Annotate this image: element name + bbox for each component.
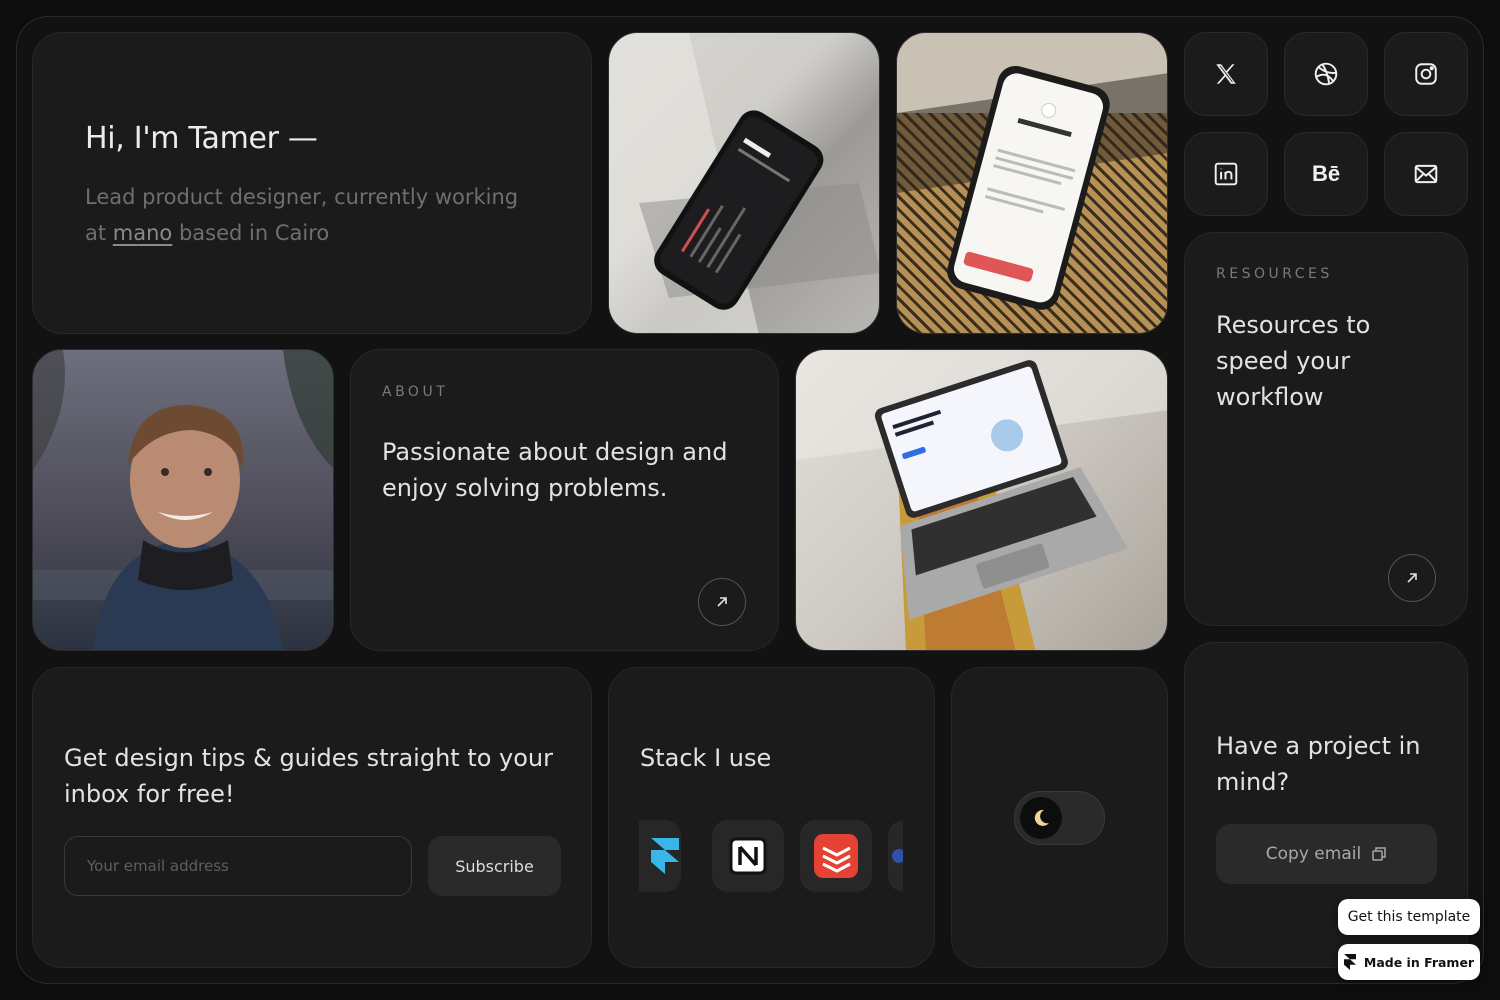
project-image-light-phone[interactable] xyxy=(896,32,1168,334)
hero-subtitle: Lead product designer, currently working… xyxy=(85,179,545,251)
notion-icon xyxy=(729,837,767,875)
x-icon xyxy=(1216,64,1236,84)
behance-icon: Bē xyxy=(1311,161,1341,186)
resources-arrow-button[interactable] xyxy=(1388,554,1436,602)
todoist-icon xyxy=(814,834,858,878)
company-link[interactable]: mano xyxy=(113,221,172,245)
intro-card: Hi, I'm Tamer — Lead product designer, c… xyxy=(32,32,592,334)
stack-heading: Stack I use xyxy=(640,744,772,772)
about-arrow-button[interactable] xyxy=(698,578,746,626)
made-in-framer-label: Made in Framer xyxy=(1363,954,1475,970)
behance-link[interactable]: Bē xyxy=(1284,132,1368,216)
resources-card[interactable]: RESOURCES Resources to speed your workfl… xyxy=(1184,232,1468,626)
copy-email-button[interactable]: Copy email xyxy=(1216,824,1437,884)
arrow-up-right-icon xyxy=(1407,573,1417,583)
framer-logo-icon xyxy=(1343,954,1356,970)
x-twitter-link[interactable] xyxy=(1184,32,1268,116)
project-image-laptop[interactable] xyxy=(795,349,1168,651)
toggle-knob xyxy=(1020,797,1062,839)
contact-heading: Have a project in mind? xyxy=(1216,732,1421,796)
subtitle-location: based in Cairo xyxy=(172,221,330,245)
copy-icon xyxy=(1372,847,1386,861)
phone-mockup-illustration xyxy=(609,33,879,333)
newsletter-heading: Get design tips & guides straight to you… xyxy=(64,744,554,808)
project-image-dark-phone[interactable] xyxy=(608,32,880,334)
phone-mockup-illustration xyxy=(897,33,1167,310)
get-template-label: Get this template xyxy=(1347,909,1471,925)
mail-icon xyxy=(1414,164,1438,184)
about-eyebrow: ABOUT xyxy=(382,384,449,400)
hero-title: Hi, I'm Tamer — xyxy=(85,121,318,156)
arrow-up-right-icon xyxy=(717,597,727,607)
todoist-app-tile[interactable] xyxy=(800,820,872,892)
instagram-link[interactable] xyxy=(1384,32,1468,116)
newsletter-card: Get design tips & guides straight to you… xyxy=(32,667,592,968)
linkedin-link[interactable] xyxy=(1184,132,1268,216)
notion-app-tile[interactable] xyxy=(712,820,784,892)
get-template-button[interactable]: Get this template xyxy=(1338,899,1480,935)
moon-icon xyxy=(1034,809,1049,826)
newsletter-email-input[interactable] xyxy=(64,836,412,896)
copy-email-label: Copy email xyxy=(1265,844,1362,864)
theme-card xyxy=(951,667,1168,968)
dribbble-link[interactable] xyxy=(1284,32,1368,116)
linkedin-icon xyxy=(1214,162,1238,186)
dribbble-icon xyxy=(1314,62,1338,86)
stack-carousel[interactable] xyxy=(639,820,903,892)
partial-app-icon xyxy=(892,849,903,863)
resources-text: Resources to speed your workflow xyxy=(1216,311,1371,411)
instagram-icon xyxy=(1415,63,1437,85)
framer-app-tile[interactable] xyxy=(639,820,681,892)
laptop-mockup-illustration xyxy=(796,350,1167,650)
stack-card: Stack I use xyxy=(608,667,935,968)
subscribe-button[interactable]: Subscribe xyxy=(428,836,561,896)
portrait-illustration xyxy=(33,350,333,650)
framer-icon xyxy=(651,838,679,874)
resources-eyebrow: RESOURCES xyxy=(1216,266,1333,282)
partial-app-tile[interactable] xyxy=(888,820,903,892)
email-link[interactable] xyxy=(1384,132,1468,216)
portrait-photo xyxy=(32,349,334,651)
made-in-framer-badge[interactable]: Made in Framer xyxy=(1338,944,1480,980)
about-text: Passionate about design and enjoy solvin… xyxy=(382,438,728,502)
about-card[interactable]: ABOUT Passionate about design and enjoy … xyxy=(350,349,779,651)
theme-toggle[interactable] xyxy=(1014,791,1105,845)
